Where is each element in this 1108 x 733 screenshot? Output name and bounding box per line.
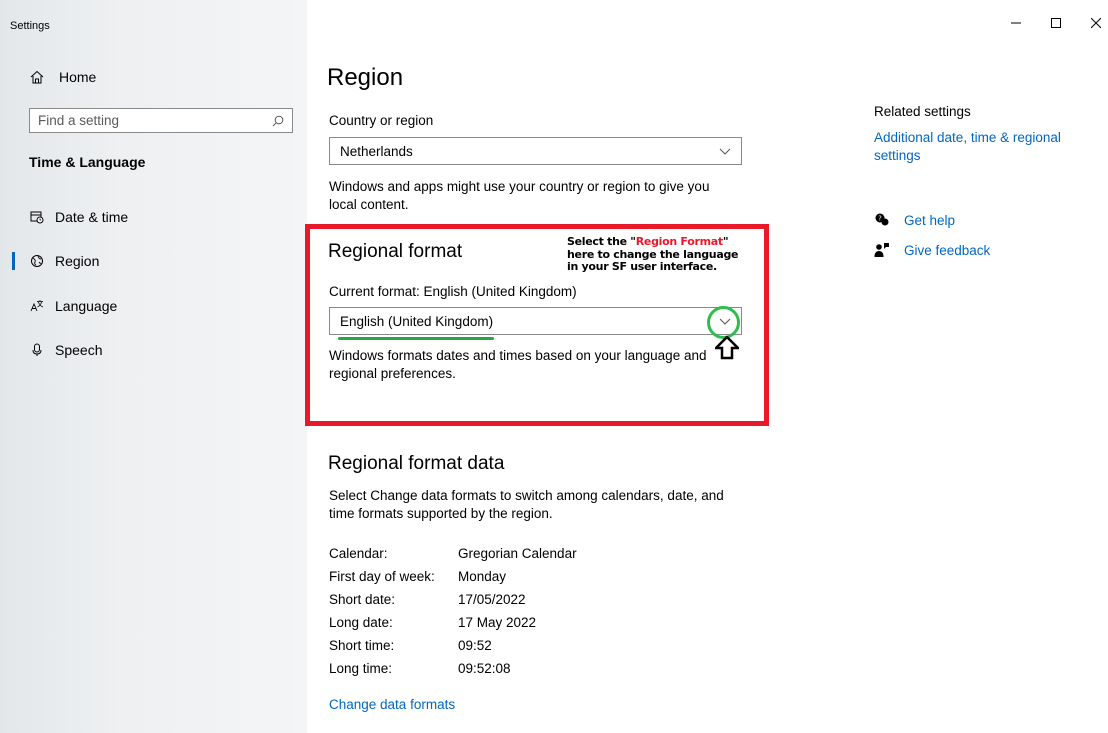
nav-home[interactable]: Home xyxy=(29,66,96,88)
close-button[interactable] xyxy=(1073,12,1108,36)
annotation-highlight: Region Format xyxy=(635,235,723,248)
annotation-prefix: Select the " xyxy=(567,235,636,248)
related-settings: Related settings Additional date, time &… xyxy=(874,104,1094,165)
country-desc-line: Windows and apps might use your country … xyxy=(329,179,710,194)
sidebar-item-date-time[interactable]: Date & time xyxy=(29,206,128,228)
country-desc-line: local content. xyxy=(329,197,409,212)
give-feedback-link[interactable]: Give feedback xyxy=(874,240,990,260)
table-row: Short time: 09:52 xyxy=(329,634,577,657)
app-title: Settings xyxy=(10,20,50,32)
table-row: Long date: 17 May 2022 xyxy=(329,611,577,634)
country-label: Country or region xyxy=(329,113,434,128)
maximize-icon xyxy=(1051,15,1061,33)
row-value: Gregorian Calendar xyxy=(458,546,577,561)
country-value: Netherlands xyxy=(340,143,413,159)
row-value: 09:52:08 xyxy=(458,661,511,676)
search-icon[interactable] xyxy=(272,115,284,127)
active-indicator xyxy=(12,252,15,270)
give-feedback-label: Give feedback xyxy=(904,242,991,258)
format-data-desc-line: Select Change data formats to switch amo… xyxy=(329,488,724,503)
minimize-icon xyxy=(1011,15,1021,33)
settings-window: Settings Home Find a setting Time & Lang… xyxy=(0,0,1108,733)
row-value: 09:52 xyxy=(458,638,492,653)
row-key: Short date: xyxy=(329,592,396,607)
country-dropdown[interactable]: Netherlands xyxy=(329,137,742,165)
arrow-up-icon xyxy=(712,335,742,360)
table-row: Long time: 09:52:08 xyxy=(329,657,577,680)
row-key: Short time: xyxy=(329,638,395,653)
annotation-circle xyxy=(707,306,740,339)
sidebar-item-label: Region xyxy=(55,253,100,269)
annotation-underline xyxy=(338,337,494,340)
sidebar-item-label: Date & time xyxy=(55,209,129,225)
get-help-link[interactable]: ? Get help xyxy=(874,210,955,230)
home-icon xyxy=(29,69,45,85)
help-chat-icon: ? xyxy=(874,212,890,228)
search-placeholder: Find a setting xyxy=(38,113,120,128)
sidebar-item-label: Speech xyxy=(55,342,103,358)
format-data-description: Select Change data formats to switch amo… xyxy=(329,487,724,523)
table-row: Calendar: Gregorian Calendar xyxy=(329,542,577,565)
microphone-icon xyxy=(29,342,45,358)
annotation-line: Select the "Region Format" xyxy=(567,235,772,249)
nav-home-label: Home xyxy=(59,69,97,85)
row-key: Long date: xyxy=(329,615,393,630)
annotation-text: Select the "Region Format" here to chang… xyxy=(567,235,772,274)
format-data-desc-line: time formats supported by the region. xyxy=(329,506,553,521)
close-icon xyxy=(1090,15,1102,33)
sidebar-item-region[interactable]: Region xyxy=(29,250,99,272)
table-row: First day of week: Monday xyxy=(329,565,577,588)
change-data-formats-link[interactable]: Change data formats xyxy=(329,697,455,712)
additional-settings-link[interactable]: Additional date, time & regional setting… xyxy=(874,129,1094,165)
language-icon xyxy=(29,298,45,314)
row-value: Monday xyxy=(458,569,507,584)
section-title: Time & Language xyxy=(29,154,146,170)
get-help-label: Get help xyxy=(904,212,956,228)
format-data-title: Regional format data xyxy=(328,453,505,474)
calendar-clock-icon xyxy=(29,209,45,225)
annotation-suffix: " xyxy=(722,235,729,248)
sidebar-item-language[interactable]: Language xyxy=(29,295,117,317)
page-title: Region xyxy=(327,64,404,91)
sidebar-item-label: Language xyxy=(55,298,118,314)
row-key: Long time: xyxy=(329,661,393,676)
annotation-line: in your SF user interface. xyxy=(567,260,717,273)
svg-text:?: ? xyxy=(878,215,882,223)
row-value: 17/05/2022 xyxy=(458,592,526,607)
table-row: Short date: 17/05/2022 xyxy=(329,588,577,611)
row-key: Calendar: xyxy=(329,546,388,561)
globe-icon xyxy=(29,253,45,269)
feedback-icon xyxy=(874,242,890,258)
row-value: 17 May 2022 xyxy=(458,615,537,630)
sidebar-item-speech[interactable]: Speech xyxy=(29,339,102,361)
chevron-down-icon xyxy=(719,145,731,157)
search-input[interactable]: Find a setting xyxy=(29,108,293,133)
format-data-table: Calendar: Gregorian Calendar First day of… xyxy=(329,542,577,680)
sidebar: Settings Home Find a setting Time & Lang… xyxy=(0,0,307,733)
country-description: Windows and apps might use your country … xyxy=(329,178,709,214)
related-settings-title: Related settings xyxy=(874,104,971,119)
row-key: First day of week: xyxy=(329,569,435,584)
